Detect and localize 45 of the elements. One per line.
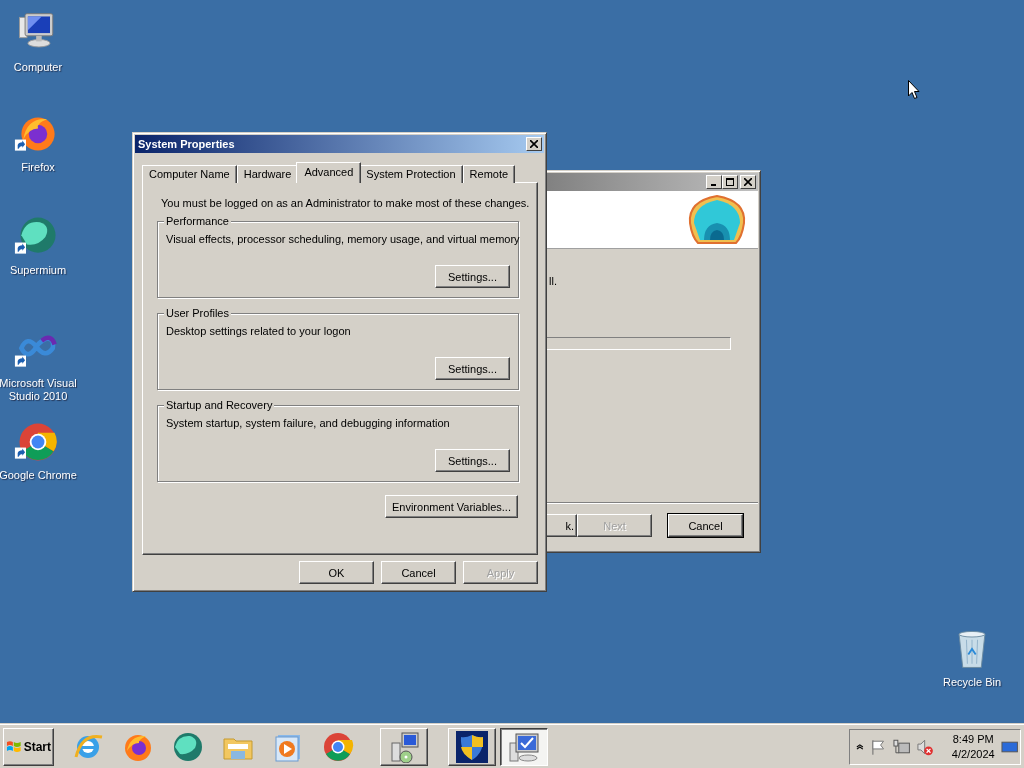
icon-label[interactable]: Supermium (9, 264, 67, 277)
network-icon[interactable] (893, 737, 911, 756)
taskbar-window-button[interactable] (500, 727, 548, 766)
computer-check-icon (508, 730, 540, 763)
ring-circle-icon[interactable] (322, 730, 354, 763)
icon-label[interactable]: Computer (13, 61, 63, 74)
settings-button[interactable]: Settings... (435, 265, 510, 288)
shell-icon (686, 192, 748, 247)
group-description: Visual effects, processor scheduling, memory usage, and virtual memory (166, 233, 520, 245)
close-icon (530, 140, 538, 148)
settings-button[interactable]: Settings... (435, 357, 510, 380)
tab[interactable]: System Protection (359, 165, 463, 183)
dialog-button[interactable]: OK (299, 561, 374, 584)
cursor-icon (908, 80, 920, 100)
start-button[interactable]: Start (3, 727, 54, 766)
icon-label[interactable]: Google Chrome (0, 469, 77, 482)
setup-computer-icon (388, 730, 420, 763)
tab[interactable]: Remote (462, 165, 516, 183)
muted-speaker-icon[interactable] (916, 737, 934, 756)
group-title: Performance (164, 215, 231, 228)
tab[interactable]: Computer Name (142, 165, 237, 183)
group-title: Startup and Recovery (164, 399, 275, 412)
sphere-icon[interactable] (172, 730, 204, 763)
tab[interactable]: Hardware (236, 165, 299, 183)
shield-icon (456, 730, 488, 763)
body-text: ll. (549, 275, 558, 287)
tab[interactable]: Advanced (296, 162, 362, 183)
close-button[interactable] (526, 137, 542, 151)
environment-variables-button[interactable]: Environment Variables... (384, 495, 518, 518)
icon-label[interactable]: Recycle Bin (942, 676, 1002, 689)
wizard-button[interactable]: Cancel (668, 514, 743, 537)
window-title: System Properties (138, 138, 235, 150)
windows-logo-icon (6, 738, 22, 755)
settings-button[interactable]: Settings... (435, 449, 510, 472)
group-title: User Profiles (164, 307, 231, 320)
admin-note: You must be logged on as an Administrator to make most of these changes. (161, 197, 530, 210)
group-description: System startup, system failure, and debugging information (166, 417, 450, 429)
maximize-icon (726, 178, 734, 186)
clock-time[interactable]: 8:49 PM (952, 731, 994, 747)
dialog-button[interactable]: Cancel (381, 561, 456, 584)
icon-label[interactable]: Firefox (21, 161, 55, 174)
clock-date[interactable]: 4/2/2024 (951, 746, 995, 762)
close-icon (744, 178, 752, 186)
group-description: Desktop settings related to your logon (166, 325, 351, 337)
icon-label[interactable]: Microsoft Visual Studio 2010 (0, 377, 78, 403)
